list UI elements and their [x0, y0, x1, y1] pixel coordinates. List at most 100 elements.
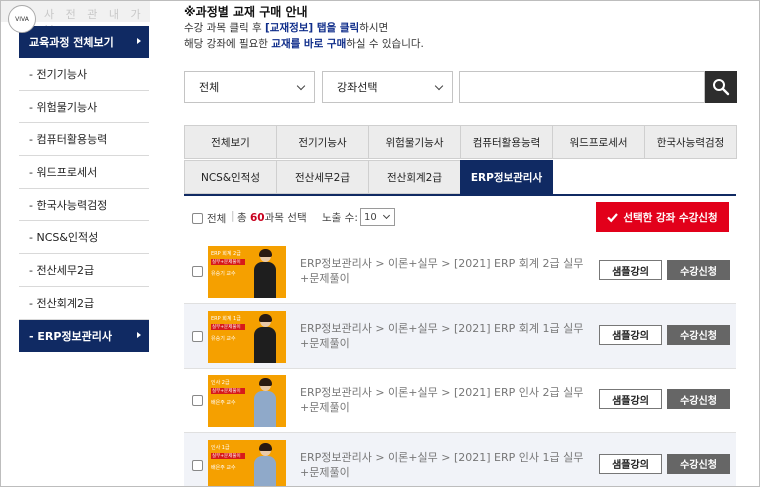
- instructor-photo: [254, 313, 276, 363]
- thumbnail-tag: ERP 회계 2급: [211, 251, 241, 257]
- thumbnail-subtag: 실무+문제풀이: [211, 452, 245, 459]
- sidebar-item[interactable]: - 한국사능력검정: [19, 189, 149, 222]
- sidebar-item[interactable]: - 전기기능사: [19, 58, 149, 91]
- category-select[interactable]: 전체: [184, 71, 315, 103]
- course-checkbox[interactable]: [192, 330, 203, 342]
- sidebar-item[interactable]: - 위험물기능사: [19, 91, 149, 124]
- sidebar-item[interactable]: - 워드프로세서: [19, 156, 149, 189]
- expose-count-label: 노출 수:: [322, 212, 358, 224]
- arrow-right-icon: [137, 38, 141, 44]
- sample-lecture-button[interactable]: 샘플강의: [599, 389, 662, 409]
- category-tab[interactable]: 전체보기: [184, 125, 277, 159]
- checkmark-icon: [607, 212, 619, 222]
- thumbnail-instructor: 유승기 교수: [211, 271, 236, 277]
- course-count: 총 60과목 선택: [237, 210, 307, 225]
- thumbnail-subtag: 실무+문제풀이: [211, 388, 245, 394]
- instructor-photo: [254, 378, 276, 427]
- thumbnail-instructor: 배은주 교수: [211, 464, 236, 471]
- count-suffix: 과목 선택: [264, 212, 307, 224]
- notice-text: 해당 강좌에 필요한: [184, 38, 272, 50]
- course-title[interactable]: ERP정보관리사 > 이론+실무 > [2021] ERP 인사 2급 실무+문…: [300, 385, 590, 415]
- sidebar-item[interactable]: - 전산회계2급: [19, 287, 149, 320]
- category-tab[interactable]: 위험물기능사: [368, 125, 461, 159]
- notice-text: 하실 수 있습니다.: [346, 38, 424, 50]
- sidebar-item-label: - 전산세무2급: [29, 263, 95, 277]
- instructor-photo: [254, 442, 276, 487]
- sidebar-item-label: - 전산회계2급: [29, 296, 95, 310]
- notice-highlight: [교재정보] 탭을 클릭: [264, 22, 360, 34]
- course-row: ERP 회계 2급실무+문제풀이유승기 교수 ERP정보관리사 > 이론+실무 >…: [184, 239, 736, 304]
- course-title[interactable]: ERP정보관리사 > 이론+실무 > [2021] ERP 회계 2급 실무+문…: [300, 256, 590, 286]
- sidebar-header-label: 교육과정 전체보기: [29, 36, 114, 49]
- sidebar-menu: - 전기기능사 - 위험물기능사 - 컴퓨터활용능력 - 워드프로세서 - 한국사능력검…: [19, 58, 149, 353]
- category-select-value: 전체: [199, 81, 220, 94]
- course-row: 인사 1급 실무+문제풀이 배은주 교수 ERP정보관리사 > 이론+실무 > [20…: [184, 432, 736, 487]
- course-title[interactable]: ERP정보관리사 > 이론+실무 > [2021] ERP 인사 1급 실무+문…: [300, 450, 590, 480]
- enroll-button[interactable]: 수강신청: [667, 324, 730, 345]
- sidebar-item[interactable]: - 컴퓨터활용능력: [19, 123, 149, 157]
- sample-lecture-button[interactable]: 샘플강의: [599, 260, 662, 280]
- course-thumbnail[interactable]: ERP 회계 1급 실무+문제풀이 유승기 교수: [208, 310, 286, 363]
- thumbnail-instructor: 배은주 교수: [211, 400, 236, 406]
- select-all-checkbox[interactable]: 전체: [192, 211, 226, 226]
- list-header: 전체 | 총 60과목 선택 노출 수: 10 선택한 강좌 수강신청: [184, 201, 736, 237]
- category-tab[interactable]: 전산회계2급: [368, 160, 461, 194]
- course-thumbnail[interactable]: 인사 2급실무+문제풀이배은주 교수: [208, 375, 286, 427]
- sidebar-item[interactable]: - ERP정보관리사: [19, 319, 149, 353]
- checkbox-icon[interactable]: [192, 213, 203, 224]
- course-select[interactable]: 강좌선택: [322, 71, 453, 103]
- thumbnail-tag: 인사 2급: [211, 380, 230, 386]
- count-prefix: 총: [237, 212, 250, 224]
- enroll-button[interactable]: 수강신청: [667, 389, 730, 409]
- sidebar-item-label: - 한국사능력검정: [29, 198, 108, 212]
- site-logo[interactable]: VIVA: [8, 5, 36, 33]
- sample-lecture-button[interactable]: 샘플강의: [599, 453, 662, 474]
- chevron-down-icon: [296, 81, 306, 91]
- purchase-notice-line2: 해당 강좌에 필요한 교재를 바로 구매하실 수 있습니다.: [184, 36, 424, 51]
- sample-lecture-button[interactable]: 샘플강의: [599, 324, 662, 345]
- sidebar-item-label: - 워드프로세서: [29, 165, 98, 179]
- sidebar: 사 전 관 내 가 불 VIVA 교육과정 전체보기 - 전기기능사- 위험물기…: [0, 0, 170, 487]
- category-tab[interactable]: NCS&인적성: [184, 160, 277, 194]
- course-title[interactable]: ERP정보관리사 > 이론+실무 > [2021] ERP 회계 1급 실무+문…: [300, 321, 590, 351]
- sidebar-item-label: - NCS&인적성: [29, 231, 99, 245]
- enroll-button[interactable]: 수강신청: [667, 453, 730, 474]
- course-checkbox[interactable]: [192, 459, 203, 471]
- sidebar-header[interactable]: 교육과정 전체보기: [19, 26, 149, 58]
- course-checkbox[interactable]: [192, 395, 203, 406]
- course-select-value: 강좌선택: [337, 81, 378, 94]
- category-tab[interactable]: 워드프로세서: [552, 125, 645, 159]
- arrow-right-icon: [137, 331, 141, 338]
- course-thumbnail[interactable]: ERP 회계 2급실무+문제풀이유승기 교수: [208, 246, 286, 298]
- sidebar-item[interactable]: - 전산세무2급: [19, 254, 149, 287]
- search-input[interactable]: [459, 71, 705, 103]
- category-tab[interactable]: 전기기능사: [276, 125, 369, 159]
- expose-count-value: 10: [364, 211, 377, 223]
- apply-selected-button[interactable]: 선택한 강좌 수강신청: [596, 202, 729, 232]
- select-all-label: 전체: [207, 213, 227, 225]
- sidebar-item-label: - 컴퓨터활용능력: [29, 133, 108, 147]
- instructor-photo: [254, 249, 276, 298]
- category-tab[interactable]: 컴퓨터활용능력: [460, 125, 553, 159]
- expose-count-select[interactable]: 10: [360, 208, 395, 226]
- search-icon: [713, 79, 730, 96]
- purchase-notice-line1: 수강 과목 클릭 후 [교재정보] 탭을 클릭하시면: [184, 20, 388, 35]
- thumbnail-instructor: 유승기 교수: [211, 335, 236, 342]
- chevron-down-icon: [382, 211, 391, 220]
- course-checkbox[interactable]: [192, 266, 203, 277]
- sidebar-item-label: - 위험물기능사: [29, 100, 98, 114]
- sidebar-item[interactable]: - NCS&인적성: [19, 221, 149, 255]
- course-row: ERP 회계 1급 실무+문제풀이 유승기 교수 ERP정보관리사 > 이론+실무 >…: [184, 303, 736, 369]
- category-tab[interactable]: ERP정보관리사: [460, 160, 553, 194]
- course-thumbnail[interactable]: 인사 1급 실무+문제풀이 배은주 교수: [208, 439, 286, 487]
- enroll-button[interactable]: 수강신청: [667, 260, 730, 280]
- thumbnail-tag: ERP 회계 1급: [211, 315, 241, 322]
- chevron-down-icon: [434, 81, 444, 91]
- notice-text: 하시면: [359, 22, 389, 34]
- category-tab[interactable]: 전산세무2급: [276, 160, 369, 194]
- separator: |: [231, 210, 235, 222]
- thumbnail-subtag: 실무+문제풀이: [211, 259, 245, 265]
- category-tab[interactable]: 한국사능력검정: [644, 125, 737, 159]
- search-button[interactable]: [705, 71, 737, 103]
- purchase-notice-title: ※과정별 교재 구매 안내: [184, 5, 308, 19]
